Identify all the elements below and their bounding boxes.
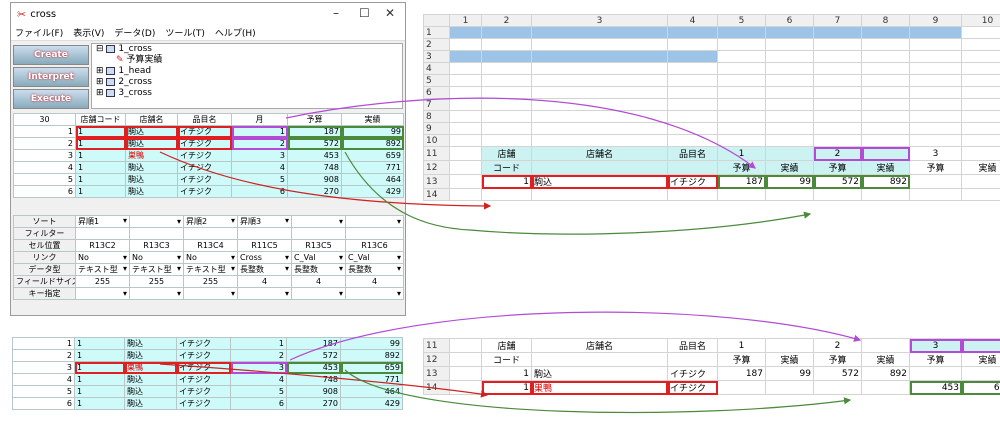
mapping-arrows	[159, 97, 862, 414]
arrow-month	[285, 97, 756, 169]
arrow-store-b	[159, 363, 489, 398]
arrow-month-b	[289, 311, 862, 361]
arrow-values	[344, 151, 812, 235]
arrow-store	[159, 151, 492, 210]
arrow-values-b	[344, 369, 852, 414]
